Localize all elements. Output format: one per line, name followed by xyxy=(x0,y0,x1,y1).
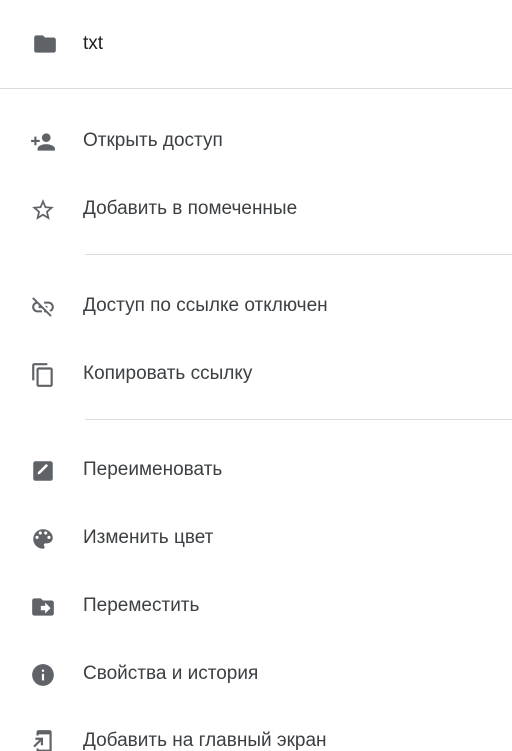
folder-move-icon xyxy=(30,594,56,620)
section-divider xyxy=(85,419,512,420)
folder-icon xyxy=(32,31,58,57)
menu-item-label: Доступ по ссылке отключен xyxy=(83,295,328,316)
menu-item-label: Свойства и история xyxy=(83,663,259,684)
menu-item-label: Копировать ссылку xyxy=(83,363,253,384)
menu-item-share[interactable]: Открыть доступ xyxy=(0,113,512,169)
file-actions-sheet: txt Открыть доступ Добавить в помеченные… xyxy=(0,0,512,751)
sheet-header: txt xyxy=(0,0,512,88)
menu-item-label: Переименовать xyxy=(83,459,223,480)
info-icon xyxy=(30,662,56,688)
menu-item-link-access[interactable]: Доступ по ссылке отключен xyxy=(0,278,512,334)
edit-icon xyxy=(30,458,56,484)
menu-item-details[interactable]: Свойства и история xyxy=(0,646,512,702)
menu-item-label: Добавить в помеченные xyxy=(83,198,298,219)
menu-item-rename[interactable]: Переименовать xyxy=(0,442,512,498)
menu-item-label: Добавить на главный экран xyxy=(83,730,327,751)
add-to-home-screen-icon xyxy=(30,729,56,751)
star-outline-icon xyxy=(30,197,56,223)
palette-icon xyxy=(30,526,56,552)
menu-item-label: Изменить цвет xyxy=(83,527,214,548)
menu-item-label: Переместить xyxy=(83,595,200,616)
menu-item-move[interactable]: Переместить xyxy=(0,578,512,634)
menu-item-change-color[interactable]: Изменить цвет xyxy=(0,510,512,566)
menu-item-star[interactable]: Добавить в помеченные xyxy=(0,181,512,237)
menu-item-label: Открыть доступ xyxy=(83,130,223,151)
file-name: txt xyxy=(83,33,104,54)
copy-icon xyxy=(30,362,56,388)
header-divider xyxy=(0,88,512,89)
link-off-icon xyxy=(30,294,56,320)
menu-item-add-home[interactable]: Добавить на главный экран xyxy=(0,713,512,751)
person-add-icon xyxy=(30,129,56,155)
section-divider xyxy=(85,254,512,255)
menu-item-copy-link[interactable]: Копировать ссылку xyxy=(0,346,512,402)
